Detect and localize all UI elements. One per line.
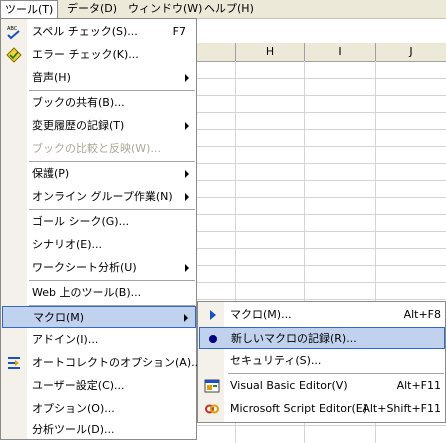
- submenu-item-script-editor[interactable]: Microsoft Script Editor(E) Alt+Shift+F11: [199, 398, 445, 420]
- menu-separator: [29, 90, 195, 91]
- menu-help[interactable]: ヘルプ(H): [200, 1, 258, 17]
- submenu-item-record-macro[interactable]: 新しいマクロの記録(R)...: [199, 327, 445, 349]
- menu-item-track-changes[interactable]: 変更履歴の記録(T): [2, 115, 196, 137]
- submenu-item-vb-editor[interactable]: Visual Basic Editor(V) Alt+F11: [199, 375, 445, 397]
- record-icon: [209, 335, 217, 343]
- grid-line: [197, 197, 446, 198]
- grid-line: [197, 282, 446, 283]
- vb-editor-icon: [204, 379, 220, 393]
- menu-window[interactable]: ウィンドウ(W): [124, 1, 206, 17]
- play-icon: [210, 310, 216, 320]
- grid-line: [197, 231, 446, 232]
- menu-item-add-ins[interactable]: アドイン(I)...: [2, 329, 196, 351]
- submenu-item-security[interactable]: セキュリティ(S)...: [199, 350, 445, 372]
- submenu-arrow-icon: [184, 314, 188, 322]
- menu-item-macro[interactable]: マクロ(M): [2, 306, 196, 328]
- grid-line: [197, 425, 446, 426]
- menu-bar: ツール(T) データ(D) ウィンドウ(W) ヘルプ(H): [0, 0, 446, 19]
- grid-line: [197, 163, 446, 164]
- menu-item-goal-seek[interactable]: ゴール シーク(G)...: [2, 211, 196, 233]
- column-header-h[interactable]: H: [236, 43, 305, 62]
- menu-data[interactable]: データ(D): [63, 1, 121, 17]
- submenu-arrow-icon: [185, 74, 189, 82]
- menu-tools[interactable]: ツール(T): [0, 0, 59, 19]
- column-header-g[interactable]: [197, 43, 236, 62]
- menu-item-protection[interactable]: 保護(P): [2, 163, 196, 185]
- menu-item-data-analysis[interactable]: 分析ツール(D)...: [2, 419, 196, 441]
- macro-submenu: マクロ(M)... Alt+F8 新しいマクロの記録(R)... セキュリティ(…: [197, 301, 446, 423]
- grid-line: [197, 180, 446, 181]
- menu-separator: [29, 280, 195, 281]
- grid-line: [197, 265, 446, 266]
- spell-check-icon: ABC: [7, 26, 20, 40]
- menu-item-compare-merge: ブックの比較と反映(W)...: [32, 142, 161, 155]
- submenu-arrow-icon: [185, 122, 189, 130]
- menu-item-error-check[interactable]: エラー チェック(K)...: [2, 44, 196, 66]
- grid-line: [197, 112, 446, 113]
- menu-item-formula-auditing[interactable]: ワークシート分析(U): [2, 257, 196, 279]
- menu-item-web-tools[interactable]: Web 上のツール(B)...: [2, 282, 196, 304]
- submenu-arrow-icon: [185, 264, 189, 272]
- menu-item-spell-check[interactable]: ABC スペル チェック(S)... F7: [2, 21, 196, 43]
- submenu-arrow-icon: [185, 170, 189, 178]
- submenu-arrow-icon: [185, 193, 189, 201]
- column-header-j[interactable]: J: [376, 43, 446, 62]
- menu-item-autocorrect-options[interactable]: オートコレクトのオプション(A)...: [2, 352, 202, 374]
- grid-line: [197, 78, 446, 79]
- grid-line: [197, 214, 446, 215]
- menu-item-scenarios[interactable]: シナリオ(E)...: [2, 234, 196, 256]
- menu-separator: [29, 161, 195, 162]
- menu-separator: [29, 209, 195, 210]
- tools-menu: ABC スペル チェック(S)... F7 エラー チェック(K)... 音声(…: [0, 18, 202, 441]
- grid-line: [197, 146, 446, 147]
- error-check-icon: [6, 47, 22, 63]
- menu-item-options[interactable]: オプション(O)...: [2, 398, 196, 420]
- submenu-item-macros[interactable]: マクロ(M)... Alt+F8: [199, 304, 445, 326]
- grid-line: [197, 95, 446, 96]
- svg-text:ABC: ABC: [7, 26, 18, 32]
- grid-line: [197, 248, 446, 249]
- menu-item-speech[interactable]: 音声(H): [2, 67, 196, 89]
- menu-item-customize[interactable]: ユーザー設定(C)...: [2, 375, 196, 397]
- autocorrect-icon: [8, 357, 20, 369]
- grid-line: [197, 299, 446, 300]
- menu-item-share-workbook[interactable]: ブックの共有(B)...: [2, 92, 196, 114]
- script-editor-icon: [205, 404, 219, 414]
- grid-line: [197, 129, 446, 130]
- menu-item-online-collaboration[interactable]: オンライン グループ作業(N): [2, 186, 196, 208]
- column-header-i[interactable]: I: [305, 43, 376, 62]
- menu-separator: [228, 373, 444, 374]
